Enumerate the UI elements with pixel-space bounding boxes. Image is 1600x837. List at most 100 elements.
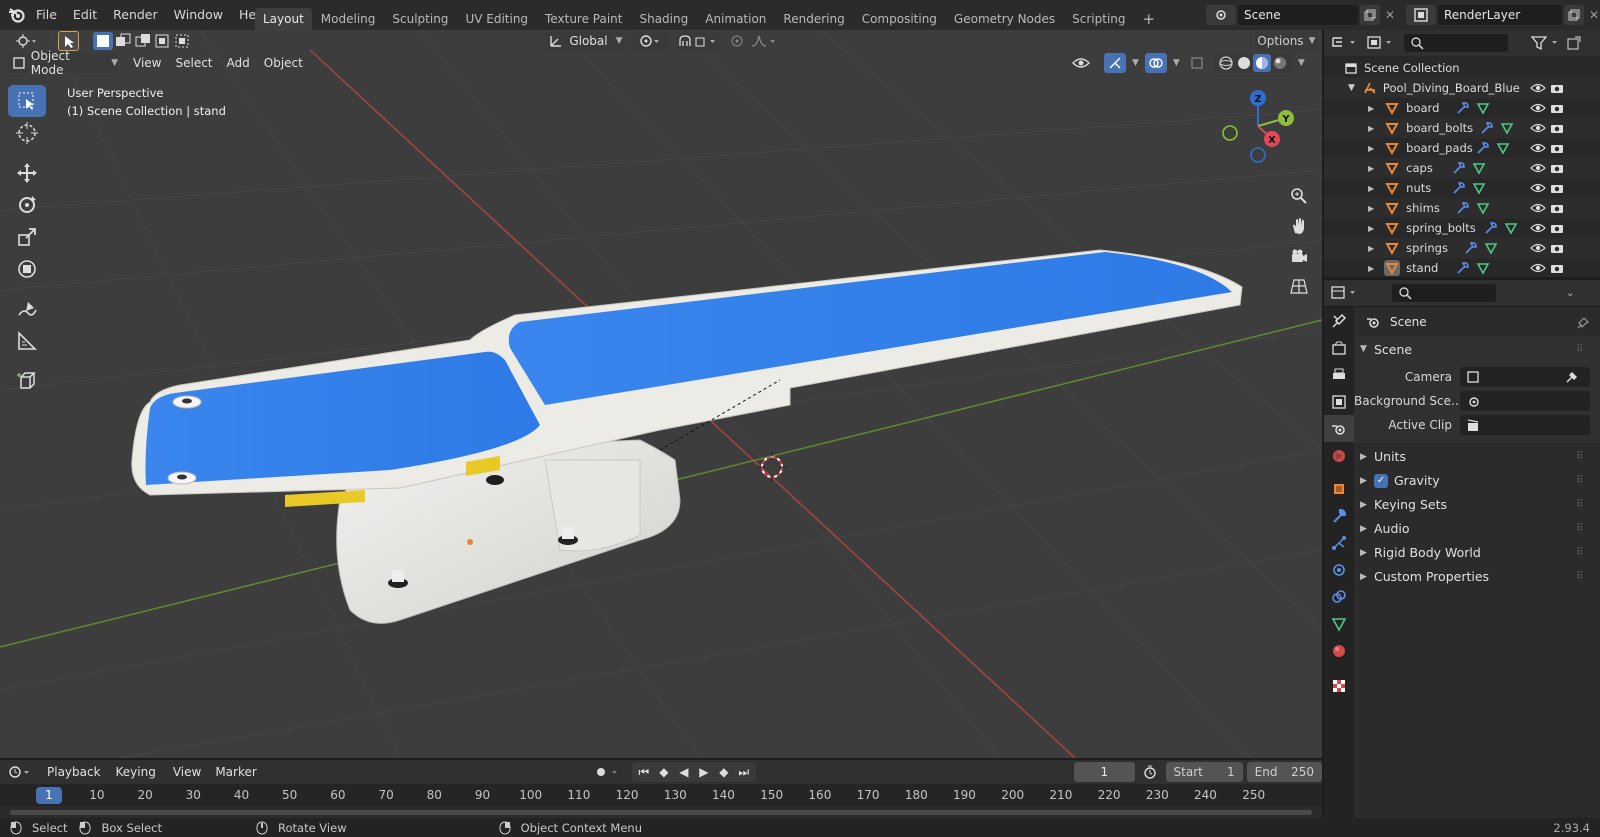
modifier-wrench-icon[interactable] (1484, 221, 1498, 235)
3d-cursor-icon[interactable] (757, 452, 787, 482)
outliner-item-caps[interactable]: ▶ caps (1324, 158, 1600, 178)
pivot-point-icon[interactable] (632, 31, 668, 51)
move-tool-icon[interactable] (8, 157, 46, 189)
expand-arrow-icon[interactable]: ▶ (1368, 224, 1374, 233)
snap-icon[interactable] (675, 31, 720, 51)
next-keyframe-icon[interactable]: ◆ (714, 765, 734, 779)
modifier-wrench-icon[interactable] (1452, 161, 1466, 175)
perspective-toggle-icon[interactable] (1285, 272, 1313, 300)
modifier-wrench-icon[interactable] (1452, 181, 1466, 195)
menu-playback[interactable]: Playback ▼ (40, 762, 109, 799)
shading-chevron-icon[interactable]: ▼ (1298, 58, 1305, 68)
units-panel-header[interactable]: ▶ Units ⠿ (1354, 445, 1600, 469)
visibility-eye-icon[interactable] (1530, 222, 1546, 234)
mesh-data-icon[interactable] (1500, 121, 1514, 135)
3d-viewport[interactable]: Object Mode ▼ View Select Add Object Use… (0, 30, 1322, 758)
menu-add[interactable]: Add (220, 53, 257, 73)
modifier-wrench-icon[interactable] (1456, 261, 1470, 275)
solid-shading-icon[interactable] (1235, 54, 1253, 72)
visibility-eye-icon[interactable] (1530, 242, 1546, 254)
render-camera-icon[interactable] (1550, 162, 1564, 174)
visibility-eye-icon[interactable] (1530, 162, 1546, 174)
modifier-wrench-icon[interactable] (1476, 141, 1490, 155)
falloff-icon[interactable] (749, 31, 779, 51)
drag-handle-icon[interactable]: ⠿ (1576, 451, 1583, 462)
outliner-item-spring-bolts[interactable]: ▶ spring_bolts (1324, 218, 1600, 238)
drag-handle-icon[interactable]: ⠿ (1576, 475, 1583, 486)
outliner-item-board-bolts[interactable]: ▶ board_bolts (1324, 118, 1600, 138)
previous-keyframe-icon[interactable]: ◆ (654, 765, 674, 779)
menu-select[interactable]: Select (168, 53, 219, 73)
menu-marker[interactable]: Marker (208, 762, 263, 782)
new-collection-icon[interactable] (1566, 35, 1582, 51)
gizmo-chevron-icon[interactable]: ▼ (1132, 58, 1139, 68)
transform-tool-icon[interactable] (8, 253, 46, 285)
mesh-data-icon[interactable] (1484, 241, 1498, 255)
modifier-wrench-icon[interactable] (1456, 101, 1470, 115)
menu-object[interactable]: Object (257, 53, 310, 73)
expand-arrow-icon[interactable]: ▶ (1368, 184, 1374, 193)
scale-tool-icon[interactable] (8, 221, 46, 253)
overlay-chevron-icon[interactable]: ▼ (1173, 58, 1180, 68)
delete-scene-icon[interactable]: ✕ (1380, 8, 1400, 22)
play-icon[interactable]: ▶ (694, 765, 714, 779)
add-workspace-button[interactable]: + (1135, 8, 1164, 30)
render-camera-icon[interactable] (1550, 122, 1564, 134)
outliner-item-springs[interactable]: ▶ springs (1324, 238, 1600, 258)
add-cube-tool-icon[interactable] (8, 365, 46, 397)
visibility-eye-icon[interactable] (1530, 202, 1546, 214)
scene-panel-header[interactable]: ▼ Scene ⠿ (1354, 337, 1600, 361)
preview-range-icon[interactable] (1141, 762, 1160, 782)
select-invert-icon[interactable] (153, 32, 173, 50)
properties-editor-type-icon[interactable] (1330, 285, 1362, 301)
expand-arrow-icon[interactable]: ▶ (1368, 144, 1374, 153)
pan-hand-icon[interactable] (1285, 212, 1313, 240)
visibility-icon[interactable] (1064, 53, 1098, 73)
outliner-editor-type-icon[interactable] (1330, 35, 1362, 51)
delete-view-layer-icon[interactable]: ✕ (1584, 8, 1600, 22)
jump-start-icon[interactable]: ⏮ (634, 765, 654, 780)
menu-view[interactable]: View (126, 53, 168, 73)
drag-handle-icon[interactable]: ⠿ (1576, 571, 1583, 582)
scrollbar-thumb[interactable] (10, 810, 1312, 815)
collapse-arrow-icon[interactable]: ▼ (1348, 83, 1355, 93)
render-camera-icon[interactable] (1550, 242, 1564, 254)
gravity-panel-header[interactable]: ▶ ✓ Gravity ⠿ (1354, 469, 1600, 493)
menu-edit[interactable]: Edit (65, 0, 105, 30)
active-clip-field[interactable] (1460, 415, 1590, 435)
properties-search-input[interactable] (1392, 284, 1496, 302)
tab-uv-editing[interactable]: UV Editing (457, 8, 536, 30)
mesh-data-icon[interactable] (1472, 161, 1486, 175)
menu-keying[interactable]: Keying ▼ (109, 762, 166, 799)
transform-orientation-select[interactable]: Global ▼ (545, 31, 625, 51)
rotate-tool-icon[interactable] (8, 189, 46, 221)
tab-rendering[interactable]: Rendering (775, 8, 852, 30)
select-box-tool-icon[interactable] (8, 85, 46, 117)
background-scene-field[interactable] (1460, 391, 1590, 411)
modifier-wrench-icon[interactable] (1480, 121, 1494, 135)
xray-toggle-icon[interactable] (1186, 53, 1208, 73)
tab-scripting[interactable]: Scripting (1064, 8, 1133, 30)
physics-tab-icon[interactable] (1324, 556, 1354, 583)
mesh-data-icon[interactable] (1472, 181, 1486, 195)
jump-end-icon[interactable]: ⏭ (734, 765, 754, 780)
render-camera-icon[interactable] (1550, 222, 1564, 234)
timeline-scrollbar[interactable] (0, 806, 1322, 818)
options-button[interactable]: Options ▼ (1254, 31, 1318, 51)
expand-arrow-icon[interactable]: ▶ (1368, 104, 1374, 113)
mesh-data-icon[interactable] (1476, 101, 1490, 115)
eyedropper-icon[interactable] (1564, 370, 1578, 384)
render-camera-icon[interactable] (1550, 182, 1564, 194)
mesh-data-icon[interactable] (1476, 261, 1490, 275)
world-tab-icon[interactable] (1324, 442, 1354, 469)
rendered-shading-icon[interactable] (1271, 54, 1289, 72)
mode-selector[interactable]: Object Mode ▼ (8, 49, 118, 77)
overlay-toggle-icon[interactable] (1144, 53, 1167, 73)
data-tab-icon[interactable] (1324, 610, 1354, 637)
view-layer-browse-icon[interactable] (1406, 5, 1436, 25)
timeline-editor-type-icon[interactable] (8, 762, 34, 782)
frame-ruler[interactable]: 1 10 20 30 40 50 60 70 80 90 100 110 120 130 140 150 160… (0, 784, 1322, 806)
visibility-eye-icon[interactable] (1530, 102, 1546, 114)
expand-arrow-icon[interactable]: ▶ (1368, 164, 1374, 173)
render-camera-icon[interactable] (1550, 142, 1564, 154)
